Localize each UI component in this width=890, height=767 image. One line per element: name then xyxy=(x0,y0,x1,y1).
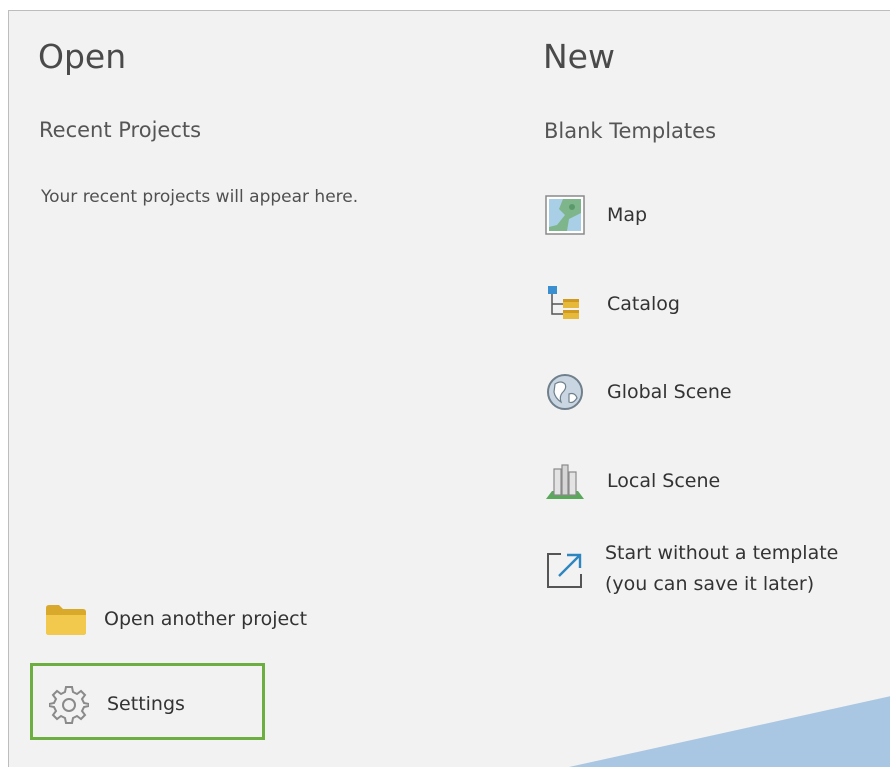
template-start-without[interactable]: Start without a template (you can save i… xyxy=(545,538,865,600)
settings-button[interactable]: Settings xyxy=(49,684,185,724)
template-catalog[interactable]: Catalog xyxy=(545,284,680,324)
blank-templates-heading: Blank Templates xyxy=(544,119,717,143)
template-map[interactable]: Map xyxy=(545,195,647,235)
template-start-without-label: Start without a template (you can save i… xyxy=(605,542,839,595)
settings-label: Settings xyxy=(107,693,185,715)
catalog-icon xyxy=(545,284,585,324)
template-catalog-label: Catalog xyxy=(607,293,680,315)
open-another-project-label: Open another project xyxy=(104,608,308,630)
open-external-icon xyxy=(545,550,585,590)
open-another-project-button[interactable]: Open another project xyxy=(44,601,307,637)
folder-icon xyxy=(44,601,88,637)
gear-icon xyxy=(49,684,89,724)
template-map-label: Map xyxy=(607,204,648,226)
map-icon xyxy=(545,195,585,235)
template-local-scene[interactable]: Local Scene xyxy=(545,461,720,501)
start-page: Open Recent Projects Your recent project… xyxy=(8,10,890,767)
recent-projects-heading: Recent Projects xyxy=(39,118,202,142)
open-heading: Open xyxy=(38,37,127,76)
globe-icon xyxy=(545,372,585,412)
template-local-scene-label: Local Scene xyxy=(607,470,721,492)
template-global-scene-label: Global Scene xyxy=(607,381,732,403)
local-scene-icon xyxy=(545,461,585,501)
template-global-scene[interactable]: Global Scene xyxy=(545,372,732,412)
recent-projects-empty-text: Your recent projects will appear here. xyxy=(41,187,359,207)
new-heading: New xyxy=(543,37,615,76)
